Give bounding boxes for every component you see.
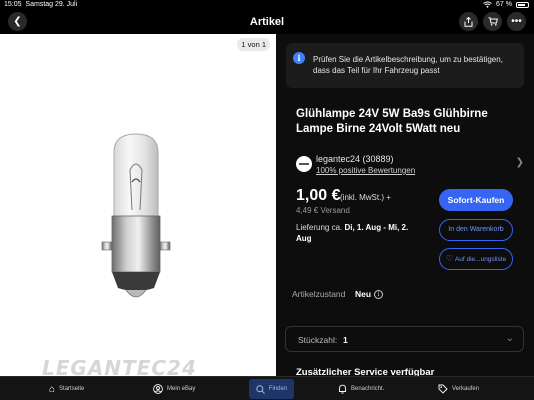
watchlist-label: Auf die...ungsliste — [454, 256, 507, 263]
seller-feedback-link[interactable]: 100% positive Bewertungen — [316, 166, 415, 175]
cart-button[interactable] — [483, 12, 502, 31]
tab-label: Verkaufen — [452, 386, 480, 392]
condition-info-icon[interactable]: i — [374, 290, 383, 299]
user-icon — [153, 384, 163, 394]
price: 1,00 € — [296, 187, 341, 204]
share-icon — [464, 16, 473, 27]
buy-now-button[interactable]: Sofort-Kaufen — [439, 189, 513, 211]
tag-icon — [438, 384, 448, 394]
image-counter: 1 von 1 — [237, 38, 270, 51]
product-title: Glühlampe 24V 5W Ba9s Glühbirne Lampe Bi… — [296, 108, 488, 135]
tab-bar: ⌂ Startseite Mein eBay Finden Benachrich… — [0, 376, 534, 400]
more-dots-icon: ••• — [511, 16, 522, 27]
share-button[interactable] — [459, 12, 478, 31]
tab-my-ebay[interactable]: Mein eBay — [153, 377, 195, 400]
more-button[interactable]: ••• — [507, 12, 526, 31]
product-image-gallery[interactable]: 1 von 1 LEGANTEC24 — [0, 34, 276, 376]
tab-label: Benachricht. — [351, 386, 385, 392]
battery-icon — [516, 1, 529, 8]
search-icon — [256, 384, 265, 394]
seller-info[interactable]: legantec24 (30889) 100% positive Bewertu… — [294, 152, 524, 178]
quantity-value: 1 — [343, 335, 348, 345]
chevron-down-icon: ⌄ — [505, 333, 514, 344]
status-time-date: 15:05 Samstag 29. Juli — [4, 1, 77, 8]
condition-label: Artikelzustand — [292, 289, 346, 299]
add-to-cart-button[interactable]: In den Warenkorb — [439, 219, 513, 241]
bell-icon — [339, 384, 346, 394]
add-to-watchlist-button[interactable]: ♡ Auf die...ungsliste — [439, 248, 513, 270]
seller-name: legantec24 (30889) — [316, 154, 394, 164]
price-tax-note: (inkl. MwSt.) + — [340, 193, 391, 202]
nav-bar: ❮ Artikel ••• — [0, 10, 534, 34]
tab-label: Mein eBay — [167, 386, 196, 392]
cart-icon — [488, 17, 498, 26]
delivery-estimate: Lieferung ca. Di, 1. Aug - Mi, 2. Aug — [296, 222, 416, 244]
home-icon: ⌂ — [49, 383, 56, 395]
chevron-right-icon: ❯ — [515, 157, 524, 168]
watermark-logo: LEGANTEC24 — [42, 356, 197, 376]
tab-home[interactable]: ⌂ Startseite — [49, 377, 84, 400]
services-heading: Zusätzlicher Service verfügbar — [296, 367, 435, 376]
status-date: Samstag 29. Juli — [25, 1, 78, 8]
quantity-selector[interactable]: Stückzahl: 1 ⌄ — [285, 326, 524, 352]
status-bar: 15:05 Samstag 29. Juli 67 % — [0, 0, 534, 10]
tab-search[interactable]: Finden — [249, 379, 294, 399]
tab-selling[interactable]: Verkaufen — [438, 377, 479, 400]
status-time: 15:05 — [4, 1, 22, 8]
seller-avatar — [296, 156, 312, 172]
info-icon: i — [293, 52, 305, 64]
tab-label: Startseite — [59, 386, 85, 392]
notice-text: Prüfen Sie die Artikelbeschreibung, um z… — [313, 55, 503, 75]
tab-label: Finden — [268, 386, 288, 392]
delivery-prefix: Lieferung ca. — [296, 223, 345, 232]
battery-percent: 67 % — [496, 1, 512, 8]
tab-notifications[interactable]: Benachricht. — [338, 377, 384, 400]
bulb-product-image[interactable] — [96, 130, 176, 320]
wifi-icon — [483, 1, 492, 8]
heart-icon: ♡ — [445, 254, 453, 263]
condition-value: Neu — [355, 289, 372, 299]
shipping-cost: 4,49 € Versand — [296, 206, 350, 215]
status-indicators: 67 % — [483, 1, 529, 8]
quantity-label: Stückzahl: — [298, 335, 338, 345]
compatibility-notice: i Prüfen Sie die Artikelbeschreibung, um… — [286, 43, 524, 88]
page-title: Artikel — [249, 16, 285, 28]
product-details: i Prüfen Sie die Artikelbeschreibung, um… — [276, 34, 534, 376]
